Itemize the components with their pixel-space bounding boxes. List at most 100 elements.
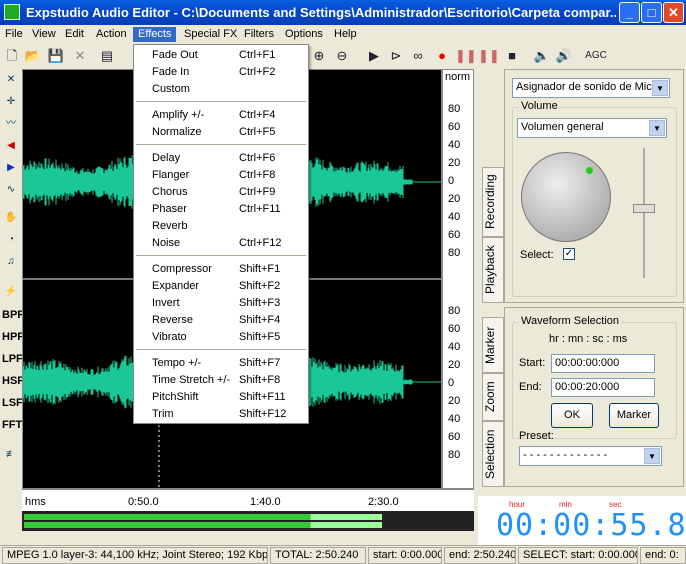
menu-item-vibrato[interactable]: Vibrato Shift+F5	[134, 329, 308, 346]
menu-item-expander[interactable]: Expander Shift+F2	[134, 278, 308, 295]
menu-action[interactable]: Action	[91, 27, 132, 42]
scale-tick: 20	[448, 157, 461, 169]
menu-item-noise[interactable]: Noise Ctrl+F12	[134, 235, 308, 252]
menu-bar: File View Edit Action Effects Special FX…	[0, 25, 686, 44]
ruler-unit: hms	[25, 496, 46, 508]
hand-icon[interactable]: ✋	[2, 209, 20, 227]
speaker-icon[interactable]: 🔈	[533, 47, 551, 65]
scale-tick: 60	[448, 431, 461, 443]
menu-item-flanger[interactable]: Flanger Ctrl+F8	[134, 167, 308, 184]
start-field[interactable]: 00:00:00:000	[551, 354, 655, 373]
minimize-button[interactable]: _	[619, 2, 640, 23]
echo-icon[interactable]: ◔	[2, 231, 20, 249]
menu-item-time-stretch[interactable]: Time Stretch +/- Shift+F8	[134, 372, 308, 389]
equalizer-icon[interactable]: ≢	[2, 446, 20, 464]
stop-icon[interactable]: ■	[503, 47, 521, 65]
menu-item-phaser[interactable]: Phaser Ctrl+F11	[134, 201, 308, 218]
menu-item-shortcut: Shift+F2	[239, 280, 281, 292]
device-select[interactable]: Asignador de sonido de Micro ▼	[512, 78, 670, 98]
preset-select[interactable]: - - - - - - - - - - - - - ▼	[519, 446, 662, 466]
fade-icon[interactable]: ◀	[2, 137, 20, 155]
menu-item-amplify[interactable]: Amplify +/- Ctrl+F4	[134, 107, 308, 124]
menu-item-chorus[interactable]: Chorus Ctrl+F9	[134, 184, 308, 201]
scale-tick: 80	[448, 247, 461, 259]
scale-tick: 20	[448, 395, 461, 407]
menu-options[interactable]: Options	[280, 27, 328, 42]
menu-help[interactable]: Help	[329, 27, 362, 42]
hpf-button[interactable]: HPF	[2, 328, 24, 346]
amplify-icon[interactable]: ▶	[2, 159, 20, 177]
menu-item-trim[interactable]: Trim Shift+F12	[134, 406, 308, 423]
fft-button[interactable]: FFT	[2, 416, 22, 434]
marker-button[interactable]: Marker	[609, 403, 659, 428]
menu-item-normalize[interactable]: Normalize Ctrl+F5	[134, 124, 308, 141]
maximize-button[interactable]: □	[641, 2, 662, 23]
menu-item-delay[interactable]: Delay Ctrl+F6	[134, 150, 308, 167]
menu-item-label: Amplify +/-	[152, 109, 205, 121]
volume-knob[interactable]	[521, 152, 611, 242]
properties-icon[interactable]: ▤	[98, 47, 116, 65]
menu-item-shortcut: Ctrl+F1	[239, 49, 276, 61]
volume-icon[interactable]: 🔊	[555, 47, 573, 65]
menu-item-tempo[interactable]: Tempo +/- Shift+F7	[134, 355, 308, 372]
zoom-in-icon[interactable]: ⊕	[310, 47, 328, 65]
contract-icon[interactable]: ✛	[2, 93, 20, 111]
bpf-button[interactable]: BPF	[2, 306, 24, 324]
menu-item-custom[interactable]: Custom	[134, 81, 308, 98]
menu-item-invert[interactable]: Invert Shift+F3	[134, 295, 308, 312]
menu-item-shortcut: Shift+F12	[239, 408, 287, 420]
zoom-out-icon[interactable]: ⊖	[333, 47, 351, 65]
delete-icon[interactable]: ✕	[71, 47, 89, 65]
sound-icon[interactable]: ♫	[2, 253, 20, 271]
play-loop-icon[interactable]: ⊳	[387, 47, 405, 65]
normalize-icon[interactable]: ∿	[2, 181, 20, 199]
menu-item-reverb[interactable]: Reverb	[134, 218, 308, 235]
tab-recording[interactable]: Recording	[482, 167, 504, 237]
agc-button[interactable]: AGC	[583, 47, 609, 65]
menu-item-label: Vibrato	[152, 331, 187, 343]
menu-edit[interactable]: Edit	[60, 27, 89, 42]
open-folder-icon[interactable]: 📂	[24, 47, 42, 65]
menu-item-shortcut: Shift+F3	[239, 297, 281, 309]
loop-icon[interactable]: ∞	[409, 47, 427, 65]
slider-thumb[interactable]	[633, 204, 655, 213]
lpf-button[interactable]: LPF	[2, 350, 23, 368]
menu-item-fade-in[interactable]: Fade In Ctrl+F2	[134, 64, 308, 81]
menu-item-pitchshift[interactable]: PitchShift Shift+F11	[134, 389, 308, 406]
hsf-button[interactable]: HSF	[2, 372, 24, 390]
chevron-down-icon: ▼	[652, 80, 668, 96]
end-field[interactable]: 00:00:20:000	[551, 378, 655, 397]
select-checkbox[interactable]: ✓	[563, 248, 575, 260]
menu-item-reverse[interactable]: Reverse Shift+F4	[134, 312, 308, 329]
menu-view[interactable]: View	[27, 27, 61, 42]
expand-icon[interactable]: ✕	[2, 71, 20, 89]
menu-item-compressor[interactable]: Compressor Shift+F1	[134, 261, 308, 278]
new-file-icon[interactable]: 🗋	[3, 47, 21, 65]
menu-filters[interactable]: Filters	[239, 27, 279, 42]
menu-item-shortcut: Ctrl+F5	[239, 126, 276, 138]
menu-item-fade-out[interactable]: Fade Out Ctrl+F1	[134, 47, 308, 64]
volume-source-select[interactable]: Volumen general ▼	[517, 118, 667, 138]
menu-item-label: Reverb	[152, 220, 188, 232]
close-button[interactable]: ✕	[663, 2, 684, 23]
menu-item-shortcut: Ctrl+F2	[239, 66, 276, 78]
lsf-button[interactable]: LSF	[2, 394, 23, 412]
record-icon[interactable]: ●	[433, 47, 451, 65]
menu-effects[interactable]: Effects	[133, 27, 177, 42]
tab-marker[interactable]: Marker	[482, 317, 504, 373]
wand-icon[interactable]: ⚡	[2, 283, 20, 301]
play-icon[interactable]: ▶	[365, 47, 383, 65]
menu-special-fx[interactable]: Special FX	[179, 27, 242, 42]
pause-record-icon[interactable]: ❚❚	[478, 47, 500, 65]
waveform-icon[interactable]: 〰	[2, 115, 20, 133]
ok-button[interactable]: OK	[551, 403, 593, 428]
save-icon[interactable]: 💾	[47, 47, 65, 65]
tab-selection[interactable]: Selection	[482, 421, 504, 487]
pause-icon[interactable]: ❚❚	[455, 47, 477, 65]
time-clock: hour min sec 00:00:55.8	[478, 496, 686, 545]
amplitude-scale: norm 80 60 40 20 0 20 40 60 80 80 60 40 20 0 20 40 60 80	[442, 69, 474, 489]
tab-playback[interactable]: Playback	[482, 237, 504, 303]
waveform-selection-label: Waveform Selection	[519, 315, 622, 327]
menu-file[interactable]: File	[0, 27, 28, 42]
tab-zoom[interactable]: Zoom	[482, 373, 504, 421]
